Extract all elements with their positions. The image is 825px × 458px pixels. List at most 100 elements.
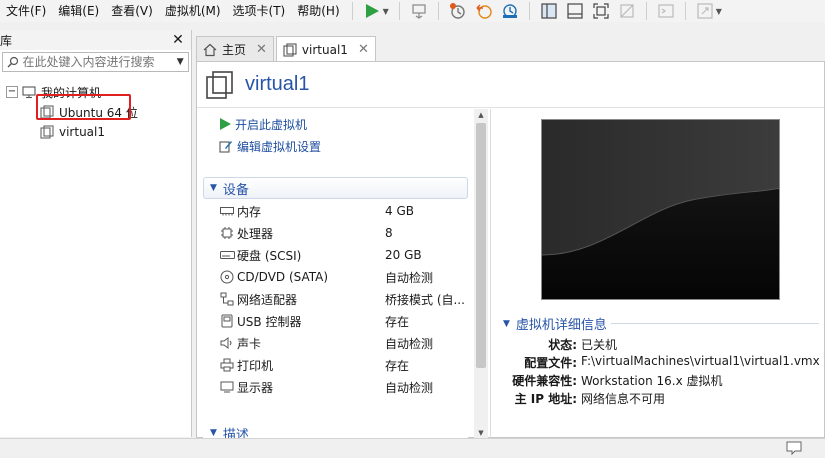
vm-details-header[interactable]: ▼ 虚拟机详细信息 bbox=[503, 314, 823, 333]
device-value: 自动检测 bbox=[385, 336, 434, 351]
device-row-network[interactable]: 网络适配器 桥接模式 (自... bbox=[197, 288, 489, 310]
collapse-icon[interactable]: − bbox=[6, 86, 18, 98]
snapshot-manager-button[interactable] bbox=[499, 0, 521, 22]
tab-label: 主页 bbox=[222, 43, 247, 57]
section-title: 虚拟机详细信息 bbox=[515, 318, 607, 333]
show-library-button[interactable] bbox=[538, 0, 560, 22]
chevron-down-icon[interactable]: ▼ bbox=[172, 57, 188, 67]
toolbar-divider bbox=[684, 2, 686, 20]
tab-home[interactable]: 主页 ✕ bbox=[196, 36, 274, 62]
snapshot-manager-icon bbox=[502, 4, 517, 18]
tree-item-label: virtual1 bbox=[59, 125, 106, 139]
printer-icon bbox=[219, 358, 235, 372]
library-panel: 库 ✕ ▼ − 我的计算机 Ubuntu 64 位 virtual1 bbox=[0, 30, 192, 437]
menu-file[interactable]: 文件(F) bbox=[0, 0, 52, 22]
vm-screen-preview[interactable] bbox=[541, 119, 780, 300]
unity-button[interactable] bbox=[616, 0, 638, 22]
console-view-button[interactable] bbox=[655, 0, 677, 22]
description-section-header[interactable]: ▼ 描述 bbox=[203, 422, 468, 439]
network-icon bbox=[219, 292, 235, 306]
device-row-processor[interactable]: 处理器 8 bbox=[197, 222, 489, 244]
close-icon[interactable]: ✕ bbox=[256, 42, 267, 57]
device-value: 存在 bbox=[385, 358, 410, 373]
power-on-vm-link[interactable]: 开启此虚拟机 bbox=[197, 113, 489, 135]
device-row-usb[interactable]: USB 控制器 存在 bbox=[197, 310, 489, 332]
unity-icon bbox=[620, 4, 634, 18]
take-snapshot-button[interactable] bbox=[447, 0, 469, 22]
chevron-down-icon[interactable]: ▼ bbox=[383, 7, 389, 16]
detail-value: 网络信息不可用 bbox=[581, 392, 666, 406]
menu-help[interactable]: 帮助(H) bbox=[291, 0, 345, 22]
vm-info-column: 开启此虚拟机 编辑虚拟机设置 ▼ 设备 内存 4 GB 处理器 8 硬盘 (SC… bbox=[197, 109, 489, 439]
revert-icon bbox=[476, 4, 492, 19]
play-icon bbox=[220, 118, 231, 130]
console-icon bbox=[658, 4, 674, 18]
selection-highlight bbox=[36, 94, 131, 120]
device-name: USB 控制器 bbox=[237, 314, 302, 329]
scrollbar-thumb[interactable] bbox=[476, 123, 486, 368]
detail-row-state: 状态: 已关机 bbox=[503, 336, 617, 353]
library-view-icon bbox=[541, 3, 557, 19]
device-value: 20 GB bbox=[385, 248, 422, 262]
show-thumbnail-bar-button[interactable] bbox=[564, 0, 586, 22]
device-name: 处理器 bbox=[237, 226, 274, 241]
cd-icon bbox=[219, 270, 235, 284]
stretch-guest-button[interactable] bbox=[694, 0, 716, 22]
device-name: 硬盘 (SCSI) bbox=[237, 248, 302, 263]
detail-value: Workstation 16.x 虚拟机 bbox=[581, 374, 723, 388]
status-bar bbox=[0, 438, 825, 458]
tree-item-virtual1[interactable]: virtual1 bbox=[0, 122, 191, 142]
edit-vm-settings-link[interactable]: 编辑虚拟机设置 bbox=[197, 135, 489, 157]
device-row-sound[interactable]: 声卡 自动检测 bbox=[197, 332, 489, 354]
memory-icon bbox=[219, 206, 235, 216]
library-search: ▼ bbox=[2, 52, 189, 72]
device-row-memory[interactable]: 内存 4 GB bbox=[197, 200, 489, 222]
device-row-disk[interactable]: 硬盘 (SCSI) 20 GB bbox=[197, 244, 489, 266]
section-title: 描述 bbox=[222, 427, 249, 440]
collapse-icon: ▼ bbox=[503, 318, 510, 329]
close-icon[interactable]: ✕ bbox=[171, 32, 185, 48]
menu-edit[interactable]: 编辑(E) bbox=[52, 0, 105, 22]
scroll-up-icon[interactable]: ▲ bbox=[474, 109, 488, 121]
vm-icon bbox=[283, 42, 297, 57]
library-header: 库 ✕ bbox=[0, 30, 191, 50]
devices-section-header[interactable]: ▼ 设备 bbox=[203, 177, 468, 199]
search-icon bbox=[3, 56, 22, 68]
preview-graphic bbox=[542, 120, 779, 299]
processor-icon bbox=[219, 226, 235, 240]
device-value: 存在 bbox=[385, 314, 410, 329]
action-label: 编辑虚拟机设置 bbox=[237, 139, 322, 154]
tab-virtual1[interactable]: virtual1 ✕ bbox=[275, 36, 376, 62]
tab-bar: 主页 ✕ virtual1 ✕ bbox=[196, 36, 378, 62]
device-row-printer[interactable]: 打印机 存在 bbox=[197, 354, 489, 376]
vertical-scrollbar[interactable]: ▲ ▼ bbox=[474, 109, 488, 439]
device-name: 网络适配器 bbox=[237, 292, 298, 307]
close-icon[interactable]: ✕ bbox=[358, 42, 369, 57]
device-name: 内存 bbox=[237, 204, 262, 219]
action-label: 开启此虚拟机 bbox=[235, 117, 308, 132]
menu-vm[interactable]: 虚拟机(M) bbox=[159, 0, 227, 22]
snapshot-icon bbox=[449, 3, 465, 19]
menu-bar: 文件(F) 编辑(E) 查看(V) 虚拟机(M) 选项卡(T) 帮助(H) ▼ … bbox=[0, 0, 825, 22]
collapse-icon: ▼ bbox=[210, 428, 217, 438]
disk-icon bbox=[219, 250, 235, 260]
chevron-down-icon[interactable]: ▼ bbox=[716, 7, 722, 16]
menu-view[interactable]: 查看(V) bbox=[105, 0, 159, 22]
send-ctrl-alt-del-button[interactable] bbox=[408, 0, 430, 22]
device-row-cd[interactable]: CD/DVD (SATA) 自动检测 bbox=[197, 266, 489, 288]
page-title: virtual1 bbox=[245, 73, 310, 95]
revert-snapshot-button[interactable] bbox=[473, 0, 495, 22]
full-screen-button[interactable] bbox=[590, 0, 612, 22]
device-row-display[interactable]: 显示器 自动检测 bbox=[197, 376, 489, 398]
vm-summary-panel: virtual1 开启此虚拟机 编辑虚拟机设置 ▼ 设备 内存 4 GB 处理器… bbox=[196, 61, 825, 439]
message-log-icon[interactable] bbox=[786, 441, 802, 455]
power-on-button[interactable] bbox=[361, 0, 383, 22]
search-input[interactable] bbox=[22, 55, 173, 69]
vm-header: virtual1 bbox=[197, 62, 824, 108]
computer-icon bbox=[22, 86, 36, 99]
device-name: 打印机 bbox=[237, 358, 274, 373]
device-value: 桥接模式 (自... bbox=[385, 292, 465, 307]
thumbnail-bar-icon bbox=[567, 3, 583, 19]
toolbar-divider bbox=[528, 2, 530, 20]
menu-tabs[interactable]: 选项卡(T) bbox=[227, 0, 292, 22]
